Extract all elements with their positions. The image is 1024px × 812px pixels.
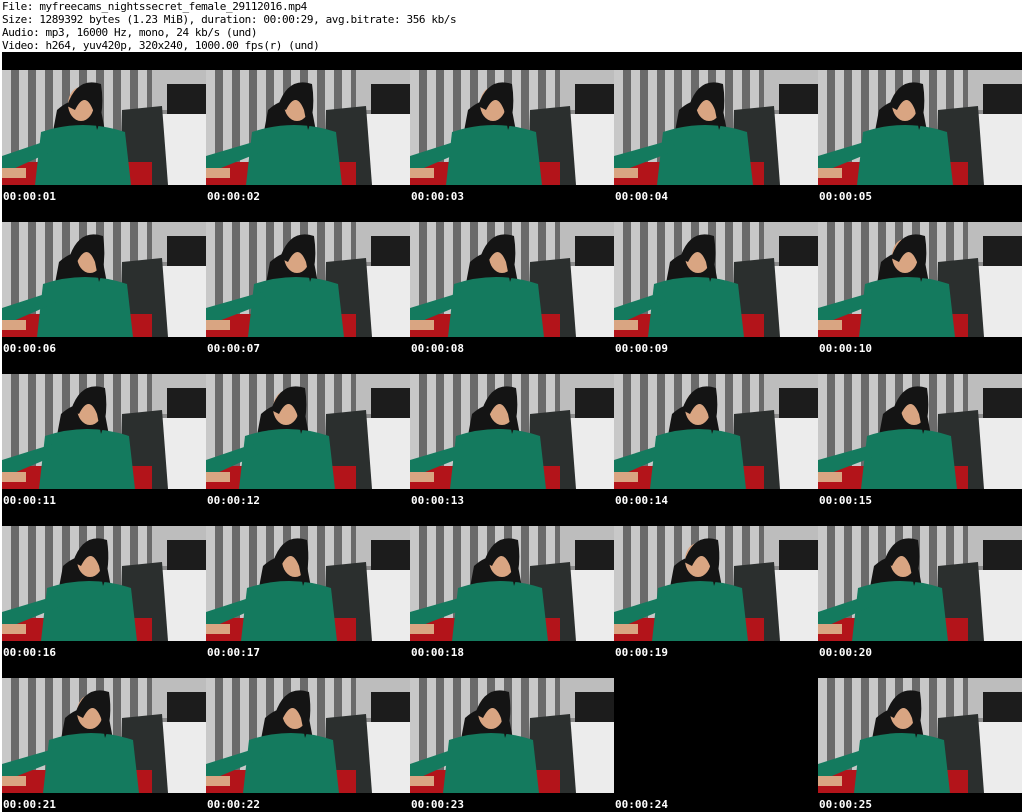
thumbnail-grid: 00:00:01 00:00:02 00:00:03 00:00:04 00:0… bbox=[2, 52, 1022, 812]
frame-image bbox=[410, 526, 614, 641]
video-thumbnail: 00:00:15 bbox=[818, 356, 1022, 508]
frame-image bbox=[614, 526, 818, 641]
thumbnail-timestamp: 00:00:25 bbox=[819, 798, 872, 811]
video-thumbnail: 00:00:22 bbox=[206, 660, 410, 812]
thumbnail-timestamp: 00:00:06 bbox=[3, 342, 56, 355]
thumbnail-timestamp: 00:00:19 bbox=[615, 646, 668, 659]
frame-image bbox=[614, 70, 818, 185]
frame-image bbox=[818, 526, 1022, 641]
frame-image bbox=[206, 70, 410, 185]
thumbnail-timestamp: 00:00:04 bbox=[615, 190, 668, 203]
video-thumbnail: 00:00:06 bbox=[2, 204, 206, 356]
video-thumbnail: 00:00:02 bbox=[206, 52, 410, 204]
video-thumbnail: 00:00:23 bbox=[410, 660, 614, 812]
video-thumbnail: 00:00:16 bbox=[2, 508, 206, 660]
frame-image bbox=[614, 222, 818, 337]
thumbnail-timestamp: 00:00:08 bbox=[411, 342, 464, 355]
thumbnail-timestamp: 00:00:22 bbox=[207, 798, 260, 811]
video-thumbnail: 00:00:03 bbox=[410, 52, 614, 204]
thumbnail-timestamp: 00:00:07 bbox=[207, 342, 260, 355]
video-thumbnail: 00:00:13 bbox=[410, 356, 614, 508]
video-thumbnail: 00:00:08 bbox=[410, 204, 614, 356]
video-thumbnail: 00:00:09 bbox=[614, 204, 818, 356]
frame-image bbox=[818, 70, 1022, 185]
video-thumbnail: 00:00:12 bbox=[206, 356, 410, 508]
thumbnail-timestamp: 00:00:12 bbox=[207, 494, 260, 507]
thumbnail-timestamp: 00:00:11 bbox=[3, 494, 56, 507]
file-size-line: Size: 1289392 bytes (1.23 MiB), duration… bbox=[2, 13, 457, 26]
thumbnail-timestamp: 00:00:23 bbox=[411, 798, 464, 811]
frame-image bbox=[206, 526, 410, 641]
thumbnail-timestamp: 00:00:20 bbox=[819, 646, 872, 659]
thumbnail-timestamp: 00:00:09 bbox=[615, 342, 668, 355]
video-thumbnail: 00:00:25 bbox=[818, 660, 1022, 812]
video-thumbnail: 00:00:04 bbox=[614, 52, 818, 204]
video-thumbnail: 00:00:07 bbox=[206, 204, 410, 356]
frame-image bbox=[818, 222, 1022, 337]
video-thumbnail: 00:00:10 bbox=[818, 204, 1022, 356]
file-info-header: File: myfreecams_nightssecret_female_291… bbox=[2, 0, 1022, 52]
video-thumbnail: 00:00:11 bbox=[2, 356, 206, 508]
thumbnail-timestamp: 00:00:14 bbox=[615, 494, 668, 507]
video-thumbnail: 00:00:14 bbox=[614, 356, 818, 508]
thumbnail-timestamp: 00:00:10 bbox=[819, 342, 872, 355]
thumbnail-timestamp: 00:00:16 bbox=[3, 646, 56, 659]
frame-image bbox=[410, 70, 614, 185]
frame-image bbox=[818, 678, 1022, 793]
frame-image bbox=[410, 678, 614, 793]
frame-image bbox=[818, 374, 1022, 489]
video-thumbnail: 00:00:21 bbox=[2, 660, 206, 812]
video-thumbnail: 00:00:24 bbox=[614, 660, 818, 812]
file-name-line: File: myfreecams_nightssecret_female_291… bbox=[2, 0, 307, 13]
thumbnail-timestamp: 00:00:01 bbox=[3, 190, 56, 203]
frame-image bbox=[2, 222, 206, 337]
thumbnail-timestamp: 00:00:02 bbox=[207, 190, 260, 203]
thumbnail-timestamp: 00:00:21 bbox=[3, 798, 56, 811]
thumbnail-timestamp: 00:00:13 bbox=[411, 494, 464, 507]
frame-image bbox=[410, 374, 614, 489]
thumbnail-timestamp: 00:00:03 bbox=[411, 190, 464, 203]
thumbnail-timestamp: 00:00:18 bbox=[411, 646, 464, 659]
frame-image bbox=[206, 222, 410, 337]
video-thumbnail: 00:00:18 bbox=[410, 508, 614, 660]
video-thumbnail: 00:00:19 bbox=[614, 508, 818, 660]
frame-image bbox=[410, 222, 614, 337]
audio-info-line: Audio: mp3, 16000 Hz, mono, 24 kb/s (und… bbox=[2, 26, 258, 39]
frame-image bbox=[2, 374, 206, 489]
frame-image bbox=[206, 374, 410, 489]
thumbnail-timestamp: 00:00:05 bbox=[819, 190, 872, 203]
thumbnail-timestamp: 00:00:24 bbox=[615, 798, 668, 811]
video-thumbnail: 00:00:01 bbox=[2, 52, 206, 204]
video-info-line: Video: h264, yuv420p, 320x240, 1000.00 f… bbox=[2, 39, 320, 52]
frame-image bbox=[2, 678, 206, 793]
video-thumbnail: 00:00:17 bbox=[206, 508, 410, 660]
video-thumbnail: 00:00:20 bbox=[818, 508, 1022, 660]
frame-image bbox=[2, 526, 206, 641]
blank-frame bbox=[614, 678, 818, 793]
frame-image bbox=[2, 70, 206, 185]
thumbnail-timestamp: 00:00:17 bbox=[207, 646, 260, 659]
video-thumbnail: 00:00:05 bbox=[818, 52, 1022, 204]
frame-image bbox=[206, 678, 410, 793]
thumbnail-timestamp: 00:00:15 bbox=[819, 494, 872, 507]
frame-image bbox=[614, 374, 818, 489]
